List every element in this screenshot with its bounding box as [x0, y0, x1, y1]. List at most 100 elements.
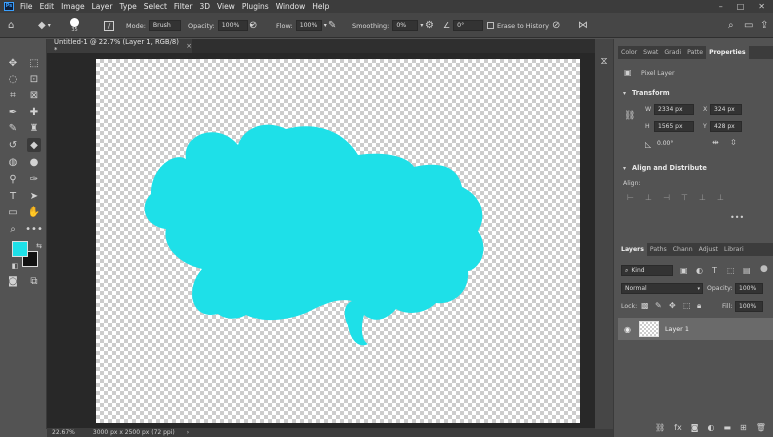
- workspace-icon[interactable]: ▭: [744, 13, 753, 38]
- angle-field[interactable]: 0°: [453, 20, 484, 31]
- menu-help[interactable]: Help: [312, 2, 329, 11]
- status-arrow-icon[interactable]: ›: [187, 429, 189, 436]
- visibility-eye-icon[interactable]: ◉: [624, 325, 631, 334]
- tab-adjustments[interactable]: Adjust: [696, 243, 721, 256]
- layer-opacity-field[interactable]: 100%: [735, 283, 763, 294]
- add-mask-icon[interactable]: ◙: [691, 423, 699, 432]
- clone-stamp-tool-icon[interactable]: ♜: [27, 121, 41, 135]
- link-dimensions-icon[interactable]: ⛓: [624, 111, 635, 121]
- y-field[interactable]: 428 px: [710, 121, 742, 132]
- symmetry-icon[interactable]: ⋈: [578, 13, 588, 38]
- lasso-tool-icon[interactable]: ◌: [6, 72, 20, 86]
- maximize-button[interactable]: □: [737, 2, 745, 11]
- menu-window[interactable]: Window: [276, 2, 306, 11]
- type-tool-icon[interactable]: T: [6, 189, 20, 203]
- mode-select[interactable]: Brush: [148, 20, 181, 31]
- pressure-opacity-icon[interactable]: ⊘: [249, 13, 257, 38]
- blur-tool-icon[interactable]: ●: [27, 155, 41, 169]
- move-tool-icon[interactable]: ✥: [6, 56, 20, 70]
- menu-edit[interactable]: Edit: [40, 2, 55, 11]
- menu-layer[interactable]: Layer: [92, 2, 113, 11]
- smoothing-dropdown-icon[interactable]: ▾: [420, 22, 423, 29]
- tab-color[interactable]: Color: [618, 46, 640, 59]
- object-selection-tool-icon[interactable]: ⊡: [27, 72, 41, 86]
- healing-brush-tool-icon[interactable]: ✚: [27, 105, 41, 119]
- filter-shape-icon[interactable]: ⬚: [727, 266, 735, 275]
- lock-artboard-icon[interactable]: ⬚: [683, 301, 691, 310]
- edit-toolbar-icon[interactable]: •••: [25, 222, 43, 236]
- flip-vertical-icon[interactable]: ⇳: [730, 138, 737, 147]
- history-brush-tool-icon[interactable]: ↺: [6, 138, 20, 152]
- filter-type-icon[interactable]: T: [712, 266, 717, 275]
- flow-field[interactable]: 100%: [295, 20, 322, 31]
- filter-toggle-icon[interactable]: ●: [760, 264, 768, 274]
- close-button[interactable]: ✕: [758, 2, 765, 11]
- history-panel-icon[interactable]: ⧖: [597, 54, 611, 68]
- brush-preset-picker[interactable]: 35: [70, 13, 79, 38]
- blend-mode-select[interactable]: Normal ▾: [621, 283, 703, 294]
- zoom-tool-icon[interactable]: ⌕: [6, 222, 20, 236]
- eraser-tool-preset-icon[interactable]: ◆ ▾: [38, 13, 51, 38]
- brush-settings-icon[interactable]: /: [104, 13, 114, 38]
- tab-channels[interactable]: Chann: [670, 243, 696, 256]
- link-layers-icon[interactable]: ⛓: [655, 423, 665, 432]
- align-right-icon[interactable]: ⊣: [663, 193, 670, 202]
- adjustment-layer-icon[interactable]: ◐: [707, 423, 714, 432]
- tab-swatches[interactable]: Swat: [640, 46, 661, 59]
- menu-view[interactable]: View: [217, 2, 235, 11]
- layer-name[interactable]: Layer 1: [665, 325, 689, 333]
- brush-tool-icon[interactable]: ✎: [6, 121, 20, 135]
- minimize-button[interactable]: –: [719, 2, 723, 11]
- artboard-tool-icon[interactable]: ⬚: [27, 56, 41, 70]
- eraser-tool-icon[interactable]: ◆: [27, 138, 41, 152]
- more-options-button[interactable]: •••: [730, 213, 744, 222]
- quick-mask-icon[interactable]: ◙: [6, 274, 20, 288]
- tab-paths[interactable]: Paths: [647, 243, 670, 256]
- filter-adjustment-icon[interactable]: ◐: [696, 266, 703, 275]
- share-icon[interactable]: ⇪: [760, 13, 768, 38]
- tab-libraries[interactable]: Librari: [721, 243, 747, 256]
- paint-bucket-tool-icon[interactable]: ◍: [6, 155, 20, 169]
- airbrush-icon[interactable]: ✎: [328, 13, 336, 38]
- menu-file[interactable]: File: [20, 2, 33, 11]
- menu-plugins[interactable]: Plugins: [242, 2, 269, 11]
- swap-colors-icon[interactable]: ⇆: [32, 239, 46, 253]
- filter-pixel-icon[interactable]: ▣: [680, 266, 688, 275]
- tab-patterns[interactable]: Patte: [684, 46, 706, 59]
- foreground-color-swatch[interactable]: [12, 241, 28, 257]
- screen-mode-icon[interactable]: ⧉: [27, 274, 41, 288]
- zoom-level[interactable]: 22.67%: [52, 429, 75, 436]
- align-middle-v-icon[interactable]: ⊥: [699, 193, 706, 202]
- menu-3d[interactable]: 3D: [199, 2, 210, 11]
- dodge-tool-icon[interactable]: ⚲: [6, 172, 20, 186]
- document-tab[interactable]: Untitled-1 @ 22.7% (Layer 1, RGB/8) * ×: [47, 38, 192, 54]
- align-left-icon[interactable]: ⊢: [627, 193, 634, 202]
- default-colors-icon[interactable]: ◧: [8, 259, 22, 273]
- frame-tool-icon[interactable]: ⊠: [27, 88, 41, 102]
- menu-image[interactable]: Image: [61, 2, 85, 11]
- pressure-size-icon[interactable]: ⊘: [552, 13, 560, 38]
- crop-tool-icon[interactable]: ⌗: [6, 88, 20, 102]
- new-layer-icon[interactable]: ⊞: [740, 423, 747, 432]
- x-field[interactable]: 324 px: [710, 104, 742, 115]
- smoothing-settings-gear-icon[interactable]: ⚙: [425, 13, 434, 38]
- tab-layers[interactable]: Layers: [618, 243, 647, 256]
- search-icon[interactable]: ⌕: [728, 13, 734, 38]
- tab-properties[interactable]: Properties: [706, 46, 749, 59]
- menu-select[interactable]: Select: [144, 2, 167, 11]
- filter-smart-object-icon[interactable]: ▤: [743, 266, 751, 275]
- angle-field[interactable]: 0.00°: [654, 138, 690, 149]
- new-group-icon[interactable]: ▬: [723, 423, 731, 432]
- home-icon[interactable]: ⌂: [8, 13, 14, 38]
- layer-kind-filter[interactable]: ⌕ Kind: [621, 265, 673, 276]
- document-tab-close-icon[interactable]: ×: [186, 42, 192, 50]
- layer-style-fx-icon[interactable]: fx: [674, 423, 682, 432]
- align-collapse-icon[interactable]: ▾: [623, 165, 626, 172]
- lock-all-icon[interactable]: 🔒︎: [697, 301, 701, 311]
- opacity-field[interactable]: 100%: [217, 20, 248, 31]
- align-top-icon[interactable]: ⊤: [681, 193, 688, 202]
- flip-horizontal-icon[interactable]: ⇹: [712, 138, 719, 147]
- height-field[interactable]: 1565 px: [654, 121, 694, 132]
- menu-filter[interactable]: Filter: [174, 2, 193, 11]
- align-bottom-icon[interactable]: ⊥: [717, 193, 724, 202]
